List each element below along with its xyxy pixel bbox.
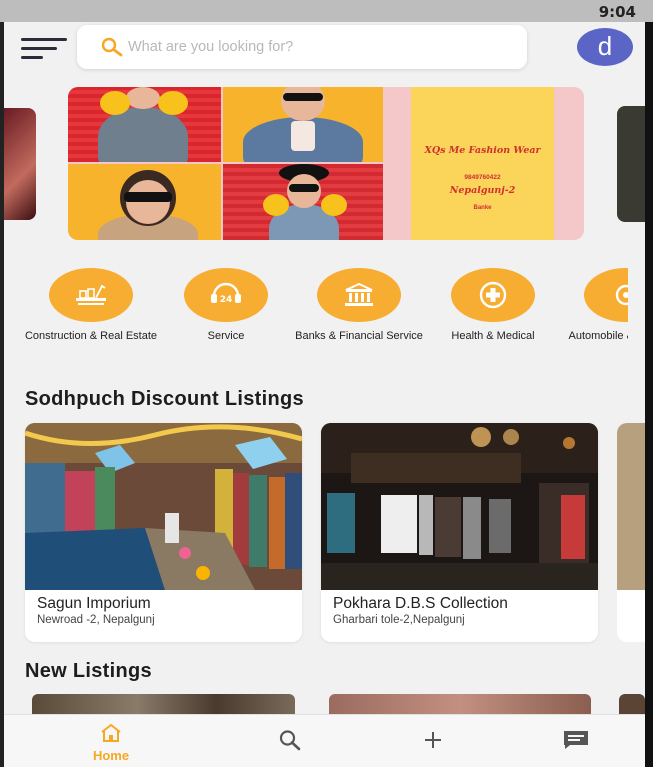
menu-icon[interactable] [21, 38, 67, 62]
device-frame-right [645, 22, 653, 767]
search-icon [101, 37, 123, 62]
listing-card-sagun[interactable]: Sagun Imporium Newroad -2, Nepalgunj [25, 423, 302, 642]
banner-photo-1 [68, 87, 221, 162]
search-input[interactable]: What are you looking for? [128, 39, 293, 55]
chat-icon [561, 729, 591, 756]
banner-prev-preview[interactable] [4, 108, 36, 220]
svg-text:24: 24 [220, 295, 233, 305]
banner-phone: 9849760422 [464, 174, 501, 181]
medical-icon [451, 268, 535, 322]
discount-section-title: Sodhpuch Discount Listings [25, 388, 304, 410]
status-time: 9:04 [598, 3, 636, 21]
category-construction[interactable]: Construction & Real Estate [24, 268, 158, 342]
banner-carousel-slide[interactable]: XQs Me Fashion Wear 9849760422 Nepalgunj… [68, 87, 584, 240]
new-listing-card-1[interactable] [32, 694, 295, 716]
category-label: Service [207, 330, 245, 342]
status-bar: 9:04 [0, 0, 653, 22]
category-row: Construction & Real Estate 24 Service Ba… [4, 268, 628, 358]
category-service[interactable]: 24 Service [159, 268, 293, 342]
plus-icon [418, 729, 448, 756]
listing-card-pokhara-dbs[interactable]: Pokhara D.B.S Collection Gharbari tole-2… [321, 423, 598, 642]
bottom-navigation: Home [4, 714, 645, 767]
listing-image [25, 423, 302, 590]
banner-photo-2 [223, 87, 383, 162]
nav-search[interactable] [275, 715, 305, 767]
category-automobile[interactable]: Automobile & Transport [559, 268, 628, 342]
category-label: Automobile & Transport [568, 330, 628, 342]
home-icon [76, 723, 146, 748]
new-listing-card-next-preview[interactable] [619, 694, 645, 716]
listing-address: Newroad -2, Nepalgunj [37, 614, 155, 626]
nav-home-label: Home [92, 748, 130, 763]
category-banks[interactable]: Banks & Financial Service [292, 268, 426, 342]
listing-image [321, 423, 598, 590]
listing-name: Pokhara D.B.S Collection [333, 595, 508, 612]
category-health[interactable]: Health & Medical [426, 268, 560, 342]
listing-name: Sagun Imporium [37, 595, 151, 612]
service-24-icon: 24 [184, 268, 268, 322]
new-listing-card-2[interactable] [329, 694, 591, 716]
banner-shop-name: XQs Me Fashion Wear [424, 145, 541, 156]
nav-home[interactable]: Home [76, 715, 146, 767]
app-screen: 9:04 What are you looking for? d XQs Me … [0, 0, 653, 767]
automobile-icon [584, 268, 628, 322]
banner-location: Nepalgunj-2 [449, 185, 516, 196]
banner-photo-3 [68, 164, 221, 240]
listing-card-next-preview[interactable] [617, 423, 645, 642]
category-label: Construction & Real Estate [24, 330, 158, 342]
banner-photo-4 [223, 164, 383, 240]
nav-add[interactable] [418, 715, 448, 767]
banner-text-panel: XQs Me Fashion Wear 9849760422 Nepalgunj… [411, 87, 554, 240]
new-listings-title: New Listings [25, 660, 152, 682]
nav-messages[interactable] [561, 715, 591, 767]
listing-address: Gharbari tole-2,Nepalgunj [333, 614, 465, 626]
avatar[interactable]: d [577, 28, 633, 66]
search-bar[interactable]: What are you looking for? [77, 25, 527, 69]
banner-next-preview[interactable] [617, 106, 645, 222]
category-label: Health & Medical [451, 330, 535, 342]
construction-icon [49, 268, 133, 322]
category-label: Banks & Financial Service [295, 330, 423, 342]
search-icon [275, 729, 305, 756]
bank-icon [317, 268, 401, 322]
banner-tagline: Banke [473, 205, 492, 211]
